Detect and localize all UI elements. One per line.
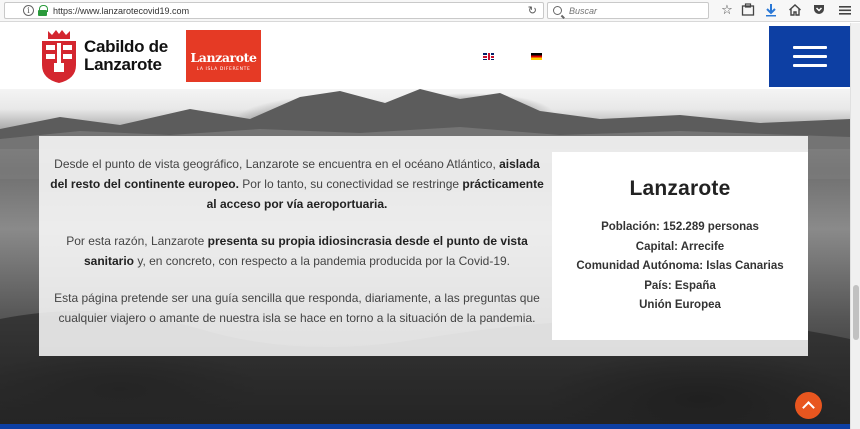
site-header: Cabildo de Lanzarote Lanzarote LA ISLA D… bbox=[0, 23, 850, 89]
url-text[interactable]: https://www.lanzarotecovid19.com bbox=[53, 6, 189, 16]
reading-list-icon[interactable] bbox=[740, 3, 756, 19]
brand-tagline: LA ISLA DIFERENTE bbox=[196, 67, 251, 72]
menu-bar-icon bbox=[793, 55, 827, 58]
menu-bar-icon bbox=[793, 46, 827, 49]
scrollbar-thumb[interactable] bbox=[853, 285, 859, 340]
browser-search-box[interactable] bbox=[547, 2, 709, 19]
pocket-icon[interactable] bbox=[811, 3, 827, 19]
info-icon[interactable]: i bbox=[23, 5, 34, 16]
intro-paragraph-1: Desde el punto de vista geográfico, Lanz… bbox=[49, 154, 545, 214]
info-facts: Población: 152.289 personas Capital: Arr… bbox=[552, 218, 808, 316]
intro-paragraph-2: Por esta razón, Lanzarote presenta su pr… bbox=[49, 231, 545, 271]
cabildo-logo[interactable]: Cabildo de Lanzarote bbox=[40, 28, 180, 84]
cabildo-line-2: Lanzarote bbox=[84, 55, 162, 74]
p2-text-2: y, en concreto, con respecto a la pandem… bbox=[134, 254, 510, 268]
main-menu-button[interactable] bbox=[769, 26, 850, 87]
lanzarote-brand-logo[interactable]: Lanzarote LA ISLA DIFERENTE bbox=[186, 30, 261, 82]
home-icon[interactable] bbox=[787, 3, 803, 19]
page-scrollbar[interactable] bbox=[850, 23, 860, 429]
brand-name: Lanzarote bbox=[190, 50, 257, 65]
info-union: Unión Europea bbox=[639, 299, 721, 311]
p2-text-1: Por esta razón, Lanzarote bbox=[66, 234, 208, 248]
bottom-bar bbox=[0, 424, 850, 429]
island-info-box: Lanzarote Población: 152.289 personas Ca… bbox=[552, 152, 808, 340]
german-flag-icon[interactable] bbox=[531, 53, 542, 60]
browser-toolbar: i https://www.lanzarotecovid19.com ↻ ☆ bbox=[0, 0, 860, 22]
hamburger-menu-icon[interactable] bbox=[837, 3, 853, 19]
scroll-to-top-button[interactable] bbox=[795, 392, 822, 419]
info-capital: Capital: Arrecife bbox=[635, 240, 725, 253]
info-title: Lanzarote bbox=[629, 177, 731, 200]
intro-card: Desde el punto de vista geográfico, Lanz… bbox=[39, 136, 808, 356]
cabildo-name: Cabildo de Lanzarote bbox=[84, 38, 168, 74]
cabildo-line-1: Cabildo de bbox=[84, 37, 168, 56]
download-icon[interactable] bbox=[763, 3, 779, 19]
browser-search-input[interactable] bbox=[569, 5, 699, 16]
coat-of-arms-icon bbox=[40, 29, 78, 84]
bookmark-star-icon[interactable]: ☆ bbox=[719, 3, 735, 19]
p1-text-2: Por lo tanto, su conectividad se restrin… bbox=[238, 177, 463, 191]
info-country: País: España bbox=[644, 279, 716, 292]
english-flag-icon[interactable] bbox=[483, 53, 494, 60]
intro-paragraph-3: Esta página pretende ser una guía sencil… bbox=[54, 291, 540, 325]
info-community: Comunidad Autónoma: Islas Canarias bbox=[576, 260, 784, 272]
p1-text-1: Desde el punto de vista geográfico, Lanz… bbox=[54, 157, 500, 171]
search-icon bbox=[553, 6, 562, 15]
lock-icon[interactable] bbox=[38, 5, 48, 16]
menu-bar-icon bbox=[793, 64, 827, 67]
address-bar[interactable]: i https://www.lanzarotecovid19.com ↻ bbox=[4, 2, 544, 19]
reload-icon[interactable]: ↻ bbox=[528, 5, 537, 16]
intro-text: Desde el punto de vista geográfico, Lanz… bbox=[49, 154, 545, 345]
info-population: Población: 152.289 personas bbox=[601, 221, 759, 233]
